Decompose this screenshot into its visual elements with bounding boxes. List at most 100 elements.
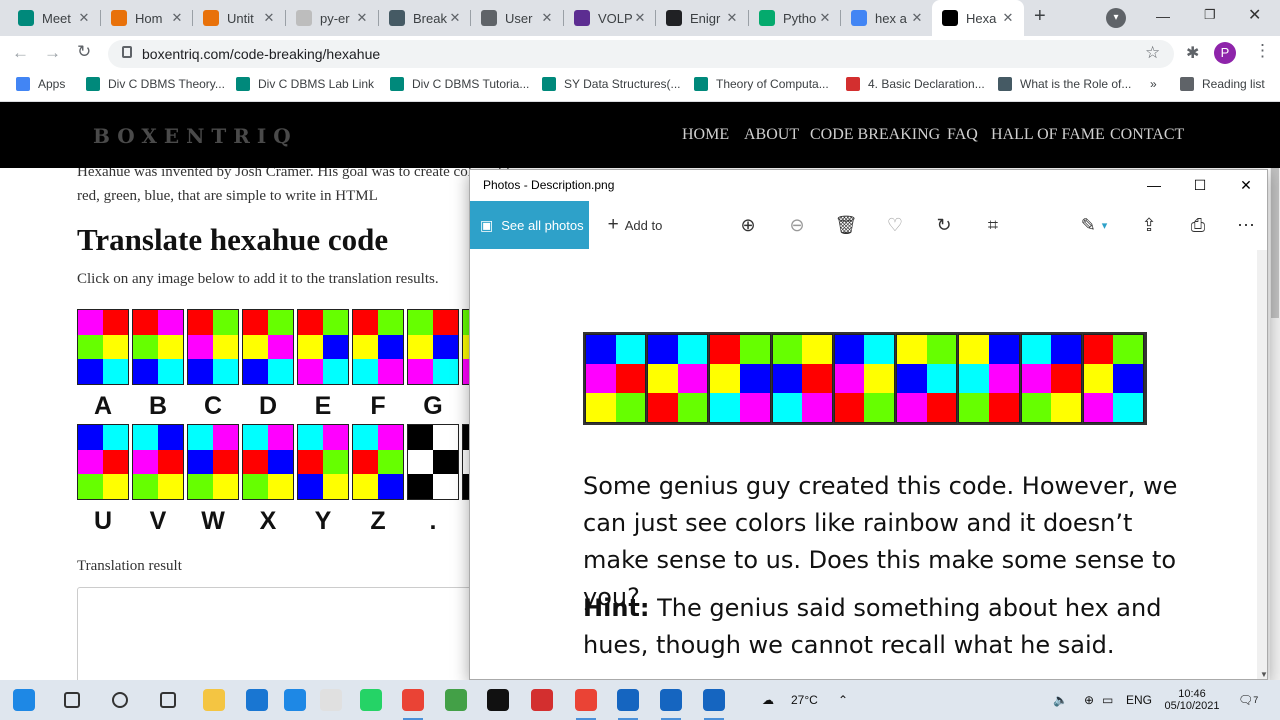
delete-icon[interactable]: 🗑 bbox=[832, 201, 860, 249]
battery-icon[interactable]: ▭ bbox=[1102, 680, 1113, 720]
photos-scrollbar[interactable]: ▼ bbox=[1257, 250, 1267, 679]
pycharm-icon[interactable] bbox=[478, 680, 518, 720]
photos-maximize-icon[interactable]: ☐ bbox=[1177, 170, 1223, 200]
hexahue-symbol-a[interactable] bbox=[77, 309, 129, 385]
tab-home[interactable]: Hom ✕ bbox=[101, 0, 193, 36]
tab-close-icon[interactable]: ✕ bbox=[447, 10, 463, 26]
nav-link-faq[interactable]: FAQ bbox=[947, 126, 978, 144]
photos-icon-3[interactable] bbox=[694, 680, 734, 720]
photos-minimize-icon[interactable]: — bbox=[1131, 170, 1177, 200]
menu-kebab-icon[interactable]: ⋮ bbox=[1254, 41, 1271, 61]
tab-w3[interactable]: Pytho ✕ bbox=[749, 0, 841, 36]
tab-close-icon[interactable]: ✕ bbox=[724, 10, 740, 26]
network-icon[interactable]: ⊕ bbox=[1084, 680, 1094, 720]
bookmark-item[interactable]: 4. Basic Declaration... bbox=[846, 70, 985, 98]
address-bar[interactable]: boxentriq.com/code-breaking/hexahue ☆ bbox=[108, 40, 1174, 68]
app-ring-icon[interactable] bbox=[436, 680, 476, 720]
photos-close-icon[interactable]: ✕ bbox=[1223, 170, 1267, 200]
crop-icon[interactable]: ⌗ bbox=[979, 201, 1007, 249]
system-clock[interactable]: 10:46 05/10/2021 bbox=[1160, 680, 1224, 720]
file-explorer-icon[interactable] bbox=[194, 680, 234, 720]
hexahue-symbol-c[interactable] bbox=[187, 309, 239, 385]
see-all-photos-button[interactable]: ▣ See all photos bbox=[470, 201, 589, 249]
hexahue-symbol-y[interactable] bbox=[297, 424, 349, 500]
start-windows-icon[interactable] bbox=[4, 680, 44, 720]
back-icon[interactable]: ← bbox=[12, 43, 29, 63]
bookmark-star-icon[interactable]: ☆ bbox=[1145, 43, 1160, 63]
tab-wiki[interactable]: Enigr ✕ bbox=[656, 0, 748, 36]
nav-link-home[interactable]: HOME bbox=[682, 126, 729, 144]
task-view-icon[interactable] bbox=[148, 680, 188, 720]
nav-link-contact[interactable]: CONTACT bbox=[1110, 126, 1184, 144]
address-text[interactable]: boxentriq.com/code-breaking/hexahue bbox=[142, 46, 380, 62]
edge-icon[interactable] bbox=[237, 680, 277, 720]
tab-volp[interactable]: VOLP ✕ bbox=[564, 0, 656, 36]
tab-user[interactable]: User ✕ bbox=[471, 0, 563, 36]
weather-temperature[interactable]: 27°C bbox=[791, 680, 818, 720]
nav-link-hall-of-fame[interactable]: HALL OF FAME bbox=[991, 126, 1105, 144]
hexahue-symbol-v[interactable] bbox=[132, 424, 184, 500]
hexahue-symbol-d[interactable] bbox=[242, 309, 294, 385]
extensions-icon[interactable]: ✱ bbox=[1186, 43, 1199, 63]
tray-chevron-icon[interactable]: ⌃ bbox=[838, 680, 848, 720]
add-to-button[interactable]: + Add to bbox=[600, 201, 670, 249]
bookmark-item[interactable]: Div C DBMS Theory... bbox=[86, 70, 225, 98]
reload-icon[interactable]: ↻ bbox=[77, 42, 91, 62]
search-icon[interactable] bbox=[52, 680, 92, 720]
whatsapp-icon[interactable] bbox=[351, 680, 391, 720]
app-icon[interactable] bbox=[311, 680, 351, 720]
hexahue-symbol-u[interactable] bbox=[77, 424, 129, 500]
tab-search-icon[interactable]: ▾ bbox=[1106, 8, 1126, 28]
more-bookmarks-icon[interactable]: » bbox=[1150, 70, 1157, 98]
bookmark-item[interactable]: Theory of Computa... bbox=[694, 70, 829, 98]
site-logo[interactable]: BOXENTRIQ bbox=[93, 124, 298, 148]
nav-link-about[interactable]: ABOUT bbox=[744, 126, 799, 144]
hexahue-symbol-period[interactable] bbox=[407, 424, 459, 500]
volume-icon[interactable]: 🔈 bbox=[1053, 680, 1068, 720]
zoom-out-icon[interactable]: ⊖ bbox=[783, 201, 811, 249]
tab-doc[interactable]: Untit ✕ bbox=[193, 0, 285, 36]
bookmark-item[interactable]: Apps bbox=[16, 70, 65, 98]
bookmark-item[interactable]: Div C DBMS Lab Link bbox=[236, 70, 374, 98]
tab-close-icon[interactable]: ✕ bbox=[76, 10, 92, 26]
restore-icon[interactable]: ❐ bbox=[1204, 7, 1216, 23]
hexahue-symbol-g[interactable] bbox=[407, 309, 459, 385]
tab-close-icon[interactable]: ✕ bbox=[261, 10, 277, 26]
pdf-reader-icon[interactable] bbox=[522, 680, 562, 720]
chrome-icon[interactable] bbox=[566, 680, 606, 720]
tab-close-icon[interactable]: ✕ bbox=[909, 10, 925, 26]
page-scrollbar[interactable] bbox=[1270, 168, 1280, 680]
hexahue-symbol-f[interactable] bbox=[352, 309, 404, 385]
scrollbar-thumb[interactable] bbox=[1271, 168, 1279, 318]
hexahue-symbol-w[interactable] bbox=[187, 424, 239, 500]
photos-icon-2[interactable] bbox=[651, 680, 691, 720]
tab-google[interactable]: hex a ✕ bbox=[841, 0, 933, 36]
more-options-icon[interactable]: ⋯ bbox=[1232, 201, 1260, 249]
nav-link-code-breaking[interactable]: CODE BREAKING bbox=[810, 126, 940, 144]
minimize-icon[interactable]: — bbox=[1156, 8, 1170, 24]
chrome-profile-icon[interactable] bbox=[393, 680, 433, 720]
hexahue-symbol-x[interactable] bbox=[242, 424, 294, 500]
bookmark-item[interactable]: Div C DBMS Tutoria... bbox=[390, 70, 529, 98]
tab-boxentriq[interactable]: Hexa ✕ bbox=[932, 0, 1024, 36]
favorite-heart-icon[interactable]: ♡ bbox=[881, 201, 909, 249]
scroll-down-icon[interactable]: ▼ bbox=[1260, 670, 1267, 679]
print-icon[interactable]: ⎙ bbox=[1184, 201, 1212, 249]
translation-result-box[interactable] bbox=[77, 587, 497, 680]
hexahue-symbol-z[interactable] bbox=[352, 424, 404, 500]
hexahue-symbol-e[interactable] bbox=[297, 309, 349, 385]
hexahue-symbol-b[interactable] bbox=[132, 309, 184, 385]
close-icon[interactable]: ✕ bbox=[1248, 5, 1261, 25]
bookmark-item[interactable]: What is the Role of... bbox=[998, 70, 1131, 98]
new-tab-icon[interactable]: + bbox=[1034, 5, 1046, 28]
profile-avatar[interactable]: P bbox=[1214, 42, 1236, 64]
tab-close-icon[interactable]: ✕ bbox=[539, 10, 555, 26]
tab-meet[interactable]: Meet ✕ bbox=[8, 0, 100, 36]
mail-icon[interactable] bbox=[275, 680, 315, 720]
tab-close-icon[interactable]: ✕ bbox=[1000, 10, 1016, 26]
tab-close-icon[interactable]: ✕ bbox=[632, 10, 648, 26]
bookmark-item[interactable]: SY Data Structures(... bbox=[542, 70, 681, 98]
cortana-icon[interactable] bbox=[100, 680, 140, 720]
forward-icon[interactable]: → bbox=[44, 43, 61, 63]
edit-draw-icon[interactable]: ✎ ▾ bbox=[1073, 201, 1115, 249]
